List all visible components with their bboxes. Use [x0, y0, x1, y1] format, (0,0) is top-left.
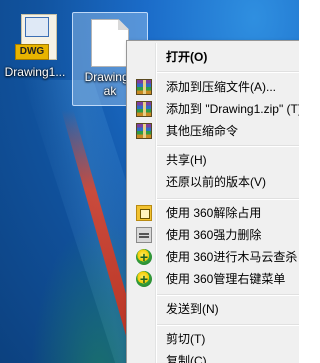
- menu-item-label: 其他压缩命令: [166, 124, 239, 138]
- menu-item-label: 使用 360强力删除: [166, 228, 262, 242]
- unlock-icon: [136, 205, 152, 221]
- desktop-icon-drawing-dwg[interactable]: DWG Drawing1...: [0, 14, 70, 79]
- menu-separator: [157, 294, 299, 296]
- 360-security-icon: [136, 246, 152, 268]
- menu-item-label: 还原以前的版本(V): [166, 175, 266, 189]
- winrar-icon: [136, 79, 152, 95]
- menu-item-label: 添加到压缩文件(A)...: [166, 80, 276, 94]
- dwg-file-icon: DWG: [15, 14, 57, 62]
- desktop[interactable]: DWG Drawing1... Drawing1 ak 打开(O) 添加到压缩文…: [0, 0, 299, 363]
- context-menu: 打开(O) 添加到压缩文件(A)... 添加到 "Drawing1.zip" (…: [126, 40, 299, 363]
- menu-item-label: 打开(O): [166, 50, 208, 64]
- dwg-badge: DWG: [15, 44, 49, 60]
- winrar-icon: [136, 123, 152, 139]
- menu-item-send-to[interactable]: 发送到(N): [129, 298, 299, 320]
- menu-separator: [157, 198, 299, 200]
- menu-item-other-compress[interactable]: 其他压缩命令: [129, 120, 299, 142]
- menu-item-add-archive[interactable]: 添加到压缩文件(A)...: [129, 76, 299, 98]
- menu-item-cut[interactable]: 剪切(T): [129, 328, 299, 350]
- menu-item-label: 添加到 "Drawing1.zip" (T): [166, 102, 299, 116]
- dwg-blueprint: [25, 17, 49, 37]
- winrar-icon: [136, 101, 152, 117]
- menu-item-label: 使用 360解除占用: [166, 206, 262, 220]
- menu-separator: [157, 145, 299, 147]
- menu-separator: [157, 71, 299, 73]
- menu-item-label: 发送到(N): [166, 302, 219, 316]
- menu-item-open[interactable]: 打开(O): [129, 46, 299, 68]
- menu-item-share[interactable]: 共享(H): [129, 149, 299, 171]
- 360-security-icon: [136, 268, 152, 290]
- menu-item-360-manage-menu[interactable]: 使用 360管理右键菜单: [129, 268, 299, 290]
- desktop-icon-label: Drawing1...: [4, 65, 66, 79]
- menu-item-label: 使用 360管理右键菜单: [166, 272, 286, 286]
- blank-file-icon: [91, 19, 129, 67]
- menu-item-add-zip[interactable]: 添加到 "Drawing1.zip" (T): [129, 98, 299, 120]
- menu-item-360-unlock[interactable]: 使用 360解除占用: [129, 202, 299, 224]
- menu-item-label: 使用 360进行木马云查杀: [166, 250, 298, 264]
- menu-separator: [157, 324, 299, 326]
- menu-item-360-force-delete[interactable]: 使用 360强力删除: [129, 224, 299, 246]
- menu-item-label: 共享(H): [166, 153, 207, 167]
- menu-item-label: 剪切(T): [166, 332, 206, 346]
- menu-item-restore[interactable]: 还原以前的版本(V): [129, 171, 299, 193]
- menu-item-label: 复制(C): [166, 354, 207, 363]
- menu-item-360-trojan-scan[interactable]: 使用 360进行木马云查杀: [129, 246, 299, 268]
- shredder-icon: [136, 227, 152, 243]
- menu-item-copy[interactable]: 复制(C): [129, 350, 299, 363]
